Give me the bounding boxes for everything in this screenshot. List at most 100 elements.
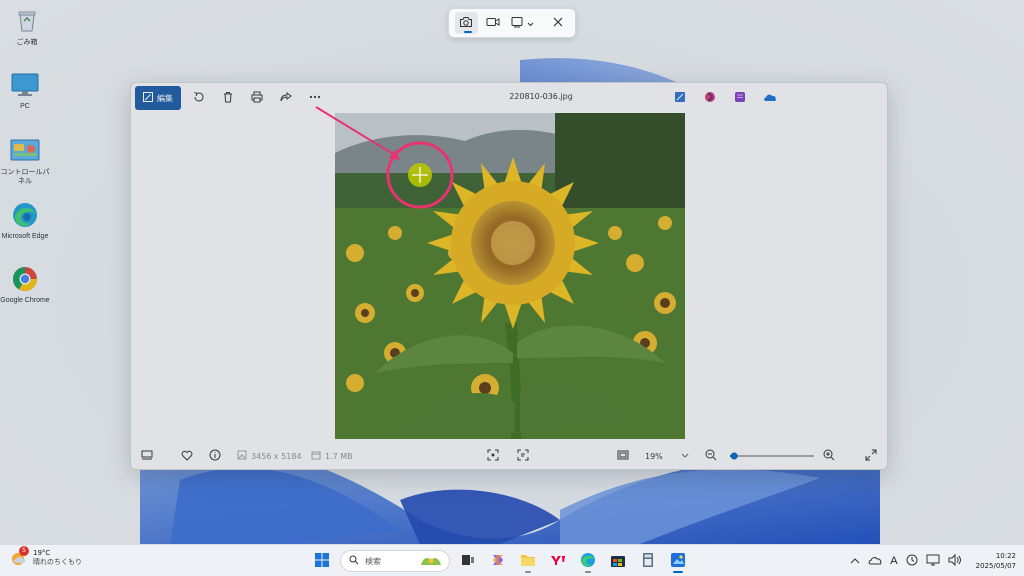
recycle-bin-icon xyxy=(12,6,42,36)
video-mode-button[interactable] xyxy=(482,12,505,34)
taskbar-copilot[interactable] xyxy=(486,549,510,573)
copilot-icon xyxy=(490,552,506,571)
share-button[interactable] xyxy=(275,87,297,109)
volume-icon[interactable] xyxy=(948,553,962,569)
fit-to-window-button[interactable] xyxy=(617,448,629,464)
system-tray: A 10:22 2025/05/07 xyxy=(850,549,1016,573)
designer-button[interactable] xyxy=(729,87,751,109)
zoom-select[interactable]: 19% xyxy=(645,448,689,464)
close-snip-button[interactable] xyxy=(546,12,569,34)
chevron-up-icon[interactable] xyxy=(850,555,860,568)
print-button[interactable] xyxy=(246,87,268,109)
clock-date: 2025/05/07 xyxy=(975,562,1016,570)
snipping-toolbar xyxy=(448,8,576,38)
camera-icon xyxy=(459,16,473,31)
ime-indicator[interactable]: A xyxy=(890,555,897,567)
taskbar-search[interactable]: 検索 xyxy=(340,550,450,572)
weather-badge: 5 xyxy=(19,546,29,556)
photos-footer: 3456 x 5184 1.7 MB 19% xyxy=(131,443,887,469)
windows-logo-icon xyxy=(315,552,329,570)
taskbar-store[interactable] xyxy=(606,549,630,573)
desktop-icon-label: Google Chrome xyxy=(0,297,50,304)
onedrive-tray-icon[interactable] xyxy=(868,555,882,568)
image-dimensions: 3456 x 5184 xyxy=(237,448,302,464)
image-editor-button[interactable] xyxy=(669,87,691,109)
edit-icon xyxy=(143,92,153,104)
chevron-down-icon xyxy=(527,17,534,30)
image-editor-icon xyxy=(674,91,686,106)
onedrive-button[interactable] xyxy=(759,87,781,109)
edit-button-label: 編集 xyxy=(157,93,173,103)
desktop-icon-recycle-bin[interactable]: ごみ箱 xyxy=(2,6,52,47)
rotate-button[interactable] xyxy=(188,87,210,109)
pc-monitor-icon xyxy=(10,70,40,100)
weather-widget[interactable]: 5 19°C 晴れのちくもり xyxy=(10,546,82,567)
weather-condition: 晴れのちくもり xyxy=(33,558,82,566)
zoom-slider-track[interactable] xyxy=(727,448,817,464)
taskbar-task-view[interactable] xyxy=(456,549,480,573)
zoom-level-text: 19% xyxy=(645,451,663,461)
search-icon xyxy=(349,555,359,567)
folder-icon xyxy=(520,553,536,570)
edit-button[interactable]: 編集 xyxy=(135,86,181,110)
photo-viewport[interactable] xyxy=(335,113,685,439)
taskbar-center: 検索 xyxy=(310,549,690,573)
chrome-icon xyxy=(10,264,40,294)
zoom-in-button[interactable] xyxy=(823,448,835,464)
desktop-icon-pc[interactable]: PC xyxy=(0,70,50,111)
video-camera-icon xyxy=(486,16,500,31)
snip-shape-dropdown[interactable] xyxy=(508,12,536,34)
network-icon[interactable] xyxy=(926,554,940,569)
focus-button[interactable] xyxy=(487,448,499,464)
desktop-icon-label: コントロールパネル xyxy=(0,169,50,185)
sunflower-photo xyxy=(335,113,685,439)
delete-button[interactable] xyxy=(217,87,239,109)
zoom-slider[interactable] xyxy=(727,448,817,464)
yahoo-icon xyxy=(550,554,566,569)
taskbar-edge[interactable] xyxy=(576,549,600,573)
taskbar-calculator[interactable] xyxy=(636,549,660,573)
rectangle-snip-icon xyxy=(511,16,524,31)
focus-icon xyxy=(487,449,499,463)
filmstrip-toggle[interactable] xyxy=(141,448,153,464)
text-scan-icon xyxy=(517,449,529,463)
taskbar-yahoo[interactable] xyxy=(546,549,570,573)
desktop-icon-control-panel[interactable]: コントロールパネル xyxy=(0,136,50,186)
clipchamp-button[interactable] xyxy=(699,87,721,109)
close-icon xyxy=(553,17,563,30)
file-name: 220810-036.jpg xyxy=(509,92,573,101)
zoom-out-button[interactable] xyxy=(705,448,717,464)
clipchamp-icon xyxy=(704,91,716,106)
taskbar-photos[interactable] xyxy=(666,549,690,573)
print-icon xyxy=(251,91,263,106)
desktop-icon-edge[interactable]: Microsoft Edge xyxy=(0,200,50,241)
screenshot-mode-button[interactable] xyxy=(455,12,478,34)
clock-time: 10:22 xyxy=(995,552,1016,560)
rotate-icon xyxy=(193,91,205,106)
favorite-button[interactable] xyxy=(181,448,193,464)
zoom-out-icon xyxy=(705,449,717,463)
onedrive-icon xyxy=(763,92,777,105)
expand-icon xyxy=(865,449,877,463)
weather-icon: 5 xyxy=(10,546,29,567)
start-button[interactable] xyxy=(310,549,334,573)
taskbar-file-explorer[interactable] xyxy=(516,549,540,573)
edge-icon xyxy=(580,552,596,571)
more-button[interactable] xyxy=(304,87,326,109)
taskbar-clock[interactable]: 10:22 2025/05/07 xyxy=(976,551,1016,571)
image-size-icon xyxy=(237,450,247,462)
desktop-icon-chrome[interactable]: Google Chrome xyxy=(0,264,50,305)
zoom-in-icon xyxy=(823,449,835,463)
fullscreen-button[interactable] xyxy=(865,448,877,464)
fit-window-icon xyxy=(617,450,629,462)
desktop-icon-label: Microsoft Edge xyxy=(1,233,49,240)
designer-icon xyxy=(734,91,746,106)
clock-settings-icon[interactable] xyxy=(906,554,918,569)
photos-window: 編集 220810-036.jpg 3456 x 5184 1.7 MB 19% xyxy=(130,82,888,470)
zoom-slider-thumb[interactable] xyxy=(730,452,738,460)
desktop-icon-label: PC xyxy=(20,103,30,110)
dimensions-text: 3456 x 5184 xyxy=(251,451,302,461)
ocr-button[interactable] xyxy=(517,448,529,464)
search-highlight-icon xyxy=(419,553,443,569)
info-button[interactable] xyxy=(209,448,221,464)
